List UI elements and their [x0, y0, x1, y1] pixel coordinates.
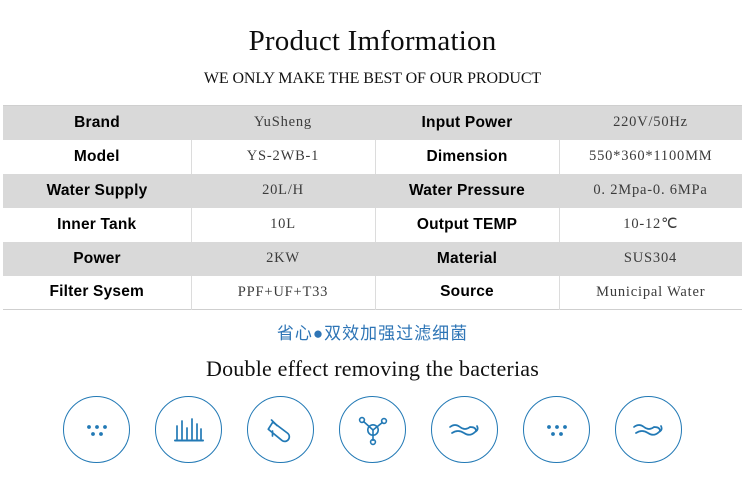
feature-badge-2: [155, 396, 222, 463]
spec-label: Brand: [3, 106, 191, 140]
spec-value: Municipal Water: [559, 276, 742, 310]
spec-label: Input Power: [375, 106, 559, 140]
feature-badge-5: [431, 396, 498, 463]
spec-label: Material: [375, 242, 559, 276]
spec-label: Power: [3, 242, 191, 276]
product-spec-table: Brand YuSheng Input Power 220V/50Hz Mode…: [3, 105, 742, 310]
page-header: Product Imformation WE ONLY MAKE THE BES…: [0, 0, 745, 89]
spec-value: YS-2WB-1: [191, 140, 375, 174]
table-row: Power 2KW Material SUS304: [3, 242, 742, 276]
table-row: Water Supply 20L/H Water Pressure 0. 2Mp…: [3, 174, 742, 208]
spec-label: Model: [3, 140, 191, 174]
wind-wave-icon: [631, 418, 667, 442]
dots-icon: [82, 420, 112, 440]
spec-label: Water Supply: [3, 174, 191, 208]
promo-block: 省心●双效加强过滤细菌 Double effect removing the b…: [0, 323, 745, 382]
spec-label: Inner Tank: [3, 208, 191, 242]
feature-badge-4: [339, 396, 406, 463]
page-title: Product Imformation: [0, 24, 745, 58]
feature-badge-3: [247, 396, 314, 463]
feature-icon-row: [0, 396, 745, 463]
spec-value: PPF+UF+T33: [191, 276, 375, 310]
spec-value: YuSheng: [191, 106, 375, 140]
dots-icon: [542, 420, 572, 440]
feature-badge-6: [523, 396, 590, 463]
feature-badge-7: [615, 396, 682, 463]
spec-value: 10-12℃: [559, 208, 742, 242]
table-row: Inner Tank 10L Output TEMP 10-12℃: [3, 208, 742, 242]
table-row: Filter Sysem PPF+UF+T33 Source Municipal…: [3, 276, 742, 310]
spec-label: Output TEMP: [375, 208, 559, 242]
spec-value: 550*360*1100MM: [559, 140, 742, 174]
spec-label: Source: [375, 276, 559, 310]
spec-label: Water Pressure: [375, 174, 559, 208]
page-subtitle: WE ONLY MAKE THE BEST OF OUR PRODUCT: [0, 69, 745, 89]
spec-label: Dimension: [375, 140, 559, 174]
test-tube-icon: [265, 414, 297, 446]
spec-value: SUS304: [559, 242, 742, 276]
bar-chart-icon: [173, 415, 205, 445]
spec-label: Filter Sysem: [3, 276, 191, 310]
spec-value: 20L/H: [191, 174, 375, 208]
table-row: Model YS-2WB-1 Dimension 550*360*1100MM: [3, 140, 742, 174]
promo-chinese-tagline: 省心●双效加强过滤细菌: [0, 323, 745, 345]
spec-value: 2KW: [191, 242, 375, 276]
feature-badge-1: [63, 396, 130, 463]
wind-wave-icon: [447, 418, 483, 442]
spec-value: 0. 2Mpa-0. 6MPa: [559, 174, 742, 208]
spec-value: 220V/50Hz: [559, 106, 742, 140]
spec-value: 10L: [191, 208, 375, 242]
molecule-icon: [357, 414, 389, 446]
table-row: Brand YuSheng Input Power 220V/50Hz: [3, 106, 742, 140]
promo-english-tagline: Double effect removing the bacterias: [0, 355, 745, 382]
spec-table-container: Brand YuSheng Input Power 220V/50Hz Mode…: [0, 105, 745, 310]
